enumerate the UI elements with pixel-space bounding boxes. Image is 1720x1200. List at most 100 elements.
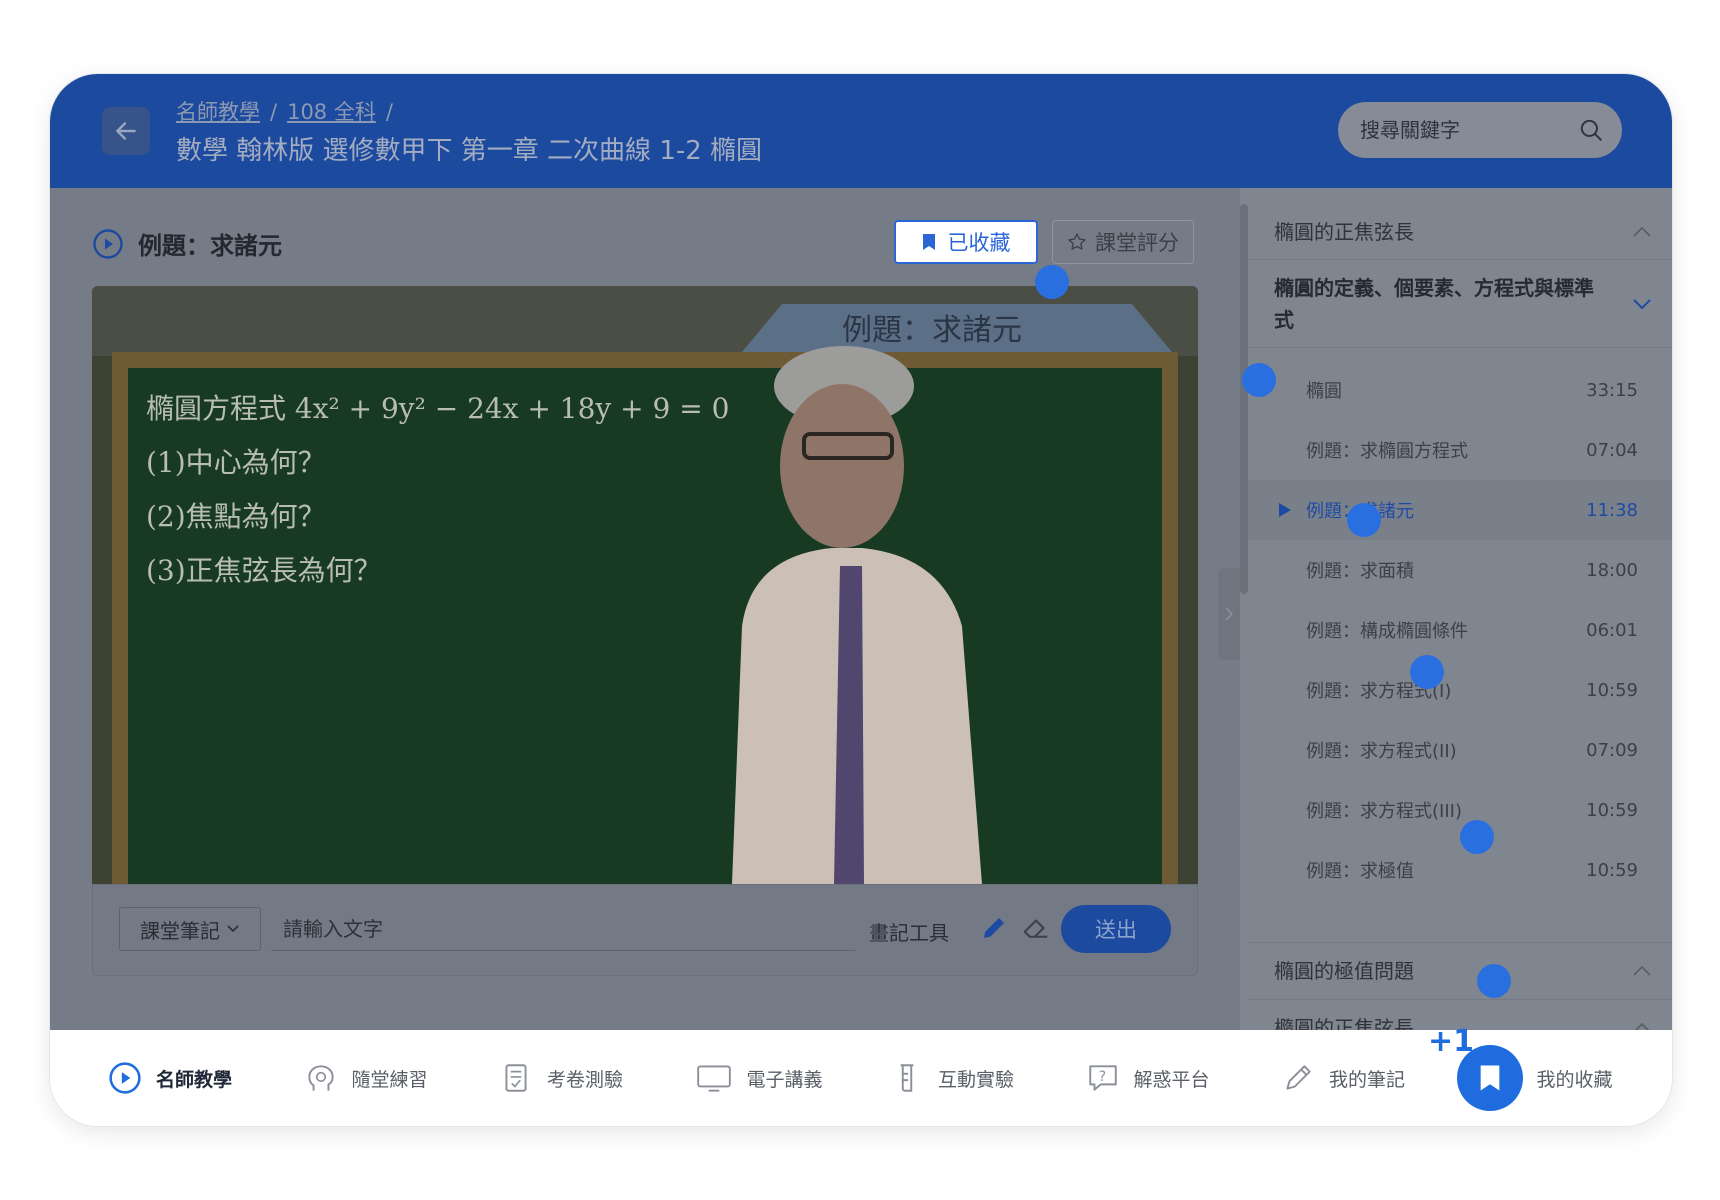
bookmark-icon bbox=[1480, 1065, 1499, 1091]
nav-label: 考卷測驗 bbox=[547, 1068, 624, 1091]
item-duration: 07:09 bbox=[1586, 739, 1638, 761]
test-paper-icon bbox=[505, 1064, 527, 1092]
video-player[interactable]: 例題：求諸元 橢圓方程式 4x² + 9y² − 24x + 18y + 9 =… bbox=[92, 286, 1198, 884]
list-item[interactable]: 例題：求方程式(II) 07:09 bbox=[1248, 720, 1672, 780]
top-header: 名師教學 / 108 全科 / 數學 翰林版 選修數甲下 第一章 二次曲線 1-2 橢… bbox=[50, 74, 1672, 188]
app-window: 名師教學 / 108 全科 / 數學 翰林版 選修數甲下 第一章 二次曲線 1-2 橢… bbox=[50, 74, 1672, 1126]
lesson-list: 橢圓 33:15 例題：求橢圓方程式 07:04 例題：求諸元11:38 例題：求面… bbox=[1248, 360, 1672, 900]
nav-label: 電子講義 bbox=[746, 1068, 823, 1091]
scrollbar[interactable] bbox=[1240, 204, 1248, 594]
nav-label: 我的收藏 bbox=[1536, 1068, 1613, 1091]
svg-text:?: ? bbox=[1098, 1069, 1105, 1085]
list-item[interactable]: 例題：求極值 10:59 bbox=[1248, 840, 1672, 900]
board-line: (1)中心為何？ bbox=[146, 446, 326, 479]
chevron-down-icon bbox=[227, 925, 239, 933]
item-duration: 33:15 bbox=[1586, 379, 1638, 401]
panel-collapse-handle[interactable] bbox=[1218, 568, 1240, 660]
section-title: 橢圓的極值問題 bbox=[1274, 959, 1414, 983]
question-bubble-icon: ? bbox=[1088, 1065, 1117, 1091]
board-line: (2)焦點為何？ bbox=[146, 500, 326, 533]
plus-one-indicator: +1 bbox=[1428, 1024, 1475, 1059]
bookmark-icon bbox=[922, 234, 935, 250]
lesson-main: 例題：求諸元 已收藏 課堂評分 例題：求諸元 橢圓方程式 4x² + 9y² −… bbox=[50, 188, 1240, 1030]
list-item[interactable]: 例題：求面積 18:00 bbox=[1248, 540, 1672, 600]
arrow-left-icon bbox=[116, 122, 136, 140]
section-header[interactable]: 橢圓的正焦弦長 bbox=[1248, 204, 1672, 260]
favorited-label: 已收藏 bbox=[947, 231, 1011, 255]
section-title: 橢圓的定義、個要素、方程式與標準式 bbox=[1274, 275, 1594, 332]
item-label: 例題：求方程式(II) bbox=[1306, 741, 1457, 762]
search-icon[interactable] bbox=[1578, 117, 1604, 143]
back-button[interactable] bbox=[102, 107, 150, 155]
list-item[interactable]: 例題：求方程式(I) 10:59 bbox=[1248, 660, 1672, 720]
nav-experiments[interactable]: 互動實驗 bbox=[890, 1061, 1086, 1095]
search-input[interactable] bbox=[1360, 118, 1570, 142]
chevron-up-icon bbox=[1633, 226, 1651, 237]
board-line: (3)正焦弦長為何？ bbox=[146, 554, 382, 587]
nav-ebook[interactable]: 電子講義 bbox=[695, 1061, 891, 1095]
nav-qa[interactable]: ? 解惑平台 bbox=[1086, 1061, 1282, 1095]
breadcrumb-link[interactable]: 名師教學 bbox=[176, 100, 260, 124]
item-label: 例題：求橢圓方程式 bbox=[1306, 441, 1468, 462]
nav-favorites[interactable]: 我的收藏 bbox=[1456, 1045, 1673, 1111]
item-duration: 10:59 bbox=[1586, 799, 1638, 821]
list-item[interactable]: 例題：求橢圓方程式 07:04 bbox=[1248, 420, 1672, 480]
item-label: 橢圓 bbox=[1306, 381, 1342, 402]
tap-indicator bbox=[1460, 820, 1494, 854]
chevron-down-icon bbox=[1633, 298, 1651, 309]
pencil-icon bbox=[1286, 1065, 1311, 1090]
nav-label: 隨堂練習 bbox=[351, 1068, 428, 1091]
item-duration: 06:01 bbox=[1586, 619, 1638, 641]
nav-exams[interactable]: 考卷測驗 bbox=[499, 1061, 695, 1095]
breadcrumb: 名師教學 / 108 全科 / bbox=[176, 96, 403, 126]
send-button[interactable]: 送出 bbox=[1061, 905, 1171, 953]
play-circle-icon bbox=[109, 1062, 141, 1094]
pen-icon[interactable] bbox=[979, 913, 1009, 943]
nav-practice[interactable]: 隨堂練習 bbox=[304, 1061, 500, 1095]
nav-label: 解惑平台 bbox=[1133, 1068, 1210, 1091]
tap-indicator bbox=[1477, 964, 1511, 998]
list-item-active[interactable]: 例題：求諸元11:38 bbox=[1248, 480, 1672, 540]
nav-notes[interactable]: 我的筆記 bbox=[1281, 1061, 1477, 1095]
breadcrumb-link[interactable]: 108 全科 bbox=[287, 100, 376, 124]
tap-indicator bbox=[1242, 363, 1276, 397]
beaker-icon bbox=[900, 1064, 914, 1092]
chevron-up-icon bbox=[1633, 965, 1651, 976]
item-label: 例題：求面積 bbox=[1306, 561, 1414, 582]
nav-teacher-lessons[interactable]: 名師教學 bbox=[108, 1061, 304, 1095]
search-box[interactable] bbox=[1338, 102, 1622, 158]
list-item[interactable]: 例題：構成橢圓條件 06:01 bbox=[1248, 600, 1672, 660]
chapter-panel: 橢圓的正焦弦長 橢圓的定義、個要素、方程式與標準式 橢圓 33:15 例題：求橢圓… bbox=[1218, 188, 1672, 1056]
page-title: 數學 翰林版 選修數甲下 第一章 二次曲線 1-2 橢圓 bbox=[176, 136, 763, 166]
play-icon bbox=[1279, 503, 1291, 517]
video-frame: 例題：求諸元 橢圓方程式 4x² + 9y² − 24x + 18y + 9 =… bbox=[92, 286, 1198, 884]
favorited-button[interactable]: 已收藏 bbox=[894, 220, 1038, 264]
item-label: 例題：構成橢圓條件 bbox=[1306, 621, 1468, 642]
chevron-right-icon bbox=[1225, 607, 1233, 621]
note-input[interactable] bbox=[271, 907, 855, 951]
section-header[interactable]: 橢圓的極值問題 bbox=[1248, 942, 1672, 1000]
eraser-icon[interactable] bbox=[1021, 913, 1051, 943]
brain-icon bbox=[307, 1065, 334, 1091]
section-header[interactable]: 橢圓的定義、個要素、方程式與標準式 bbox=[1248, 260, 1672, 348]
play-circle-icon bbox=[93, 228, 123, 259]
monitor-icon bbox=[696, 1065, 731, 1092]
lesson-title: 例題：求諸元 bbox=[138, 232, 282, 260]
note-bar: 課堂筆記 畫記工具 送出 bbox=[92, 884, 1198, 976]
item-duration: 18:00 bbox=[1586, 559, 1638, 581]
item-duration: 07:04 bbox=[1586, 439, 1638, 461]
star-icon bbox=[1068, 233, 1086, 250]
item-label: 例題：求極值 bbox=[1306, 861, 1414, 882]
list-item[interactable]: 橢圓 33:15 bbox=[1248, 360, 1672, 420]
board-line: 橢圓方程式 4x² + 9y² − 24x + 18y + 9 = 0 bbox=[146, 392, 729, 425]
note-type-label: 課堂筆記 bbox=[140, 918, 220, 943]
nav-label: 名師教學 bbox=[156, 1068, 233, 1091]
section-title: 橢圓的正焦弦長 bbox=[1274, 219, 1414, 244]
item-duration: 11:38 bbox=[1586, 499, 1638, 521]
note-type-select[interactable]: 課堂筆記 bbox=[119, 907, 261, 951]
rate-class-label: 課堂評分 bbox=[1095, 231, 1179, 255]
rate-class-button[interactable]: 課堂評分 bbox=[1052, 220, 1194, 264]
item-duration: 10:59 bbox=[1586, 859, 1638, 881]
breadcrumb-separator: / bbox=[270, 100, 278, 124]
tap-indicator bbox=[1410, 655, 1444, 689]
